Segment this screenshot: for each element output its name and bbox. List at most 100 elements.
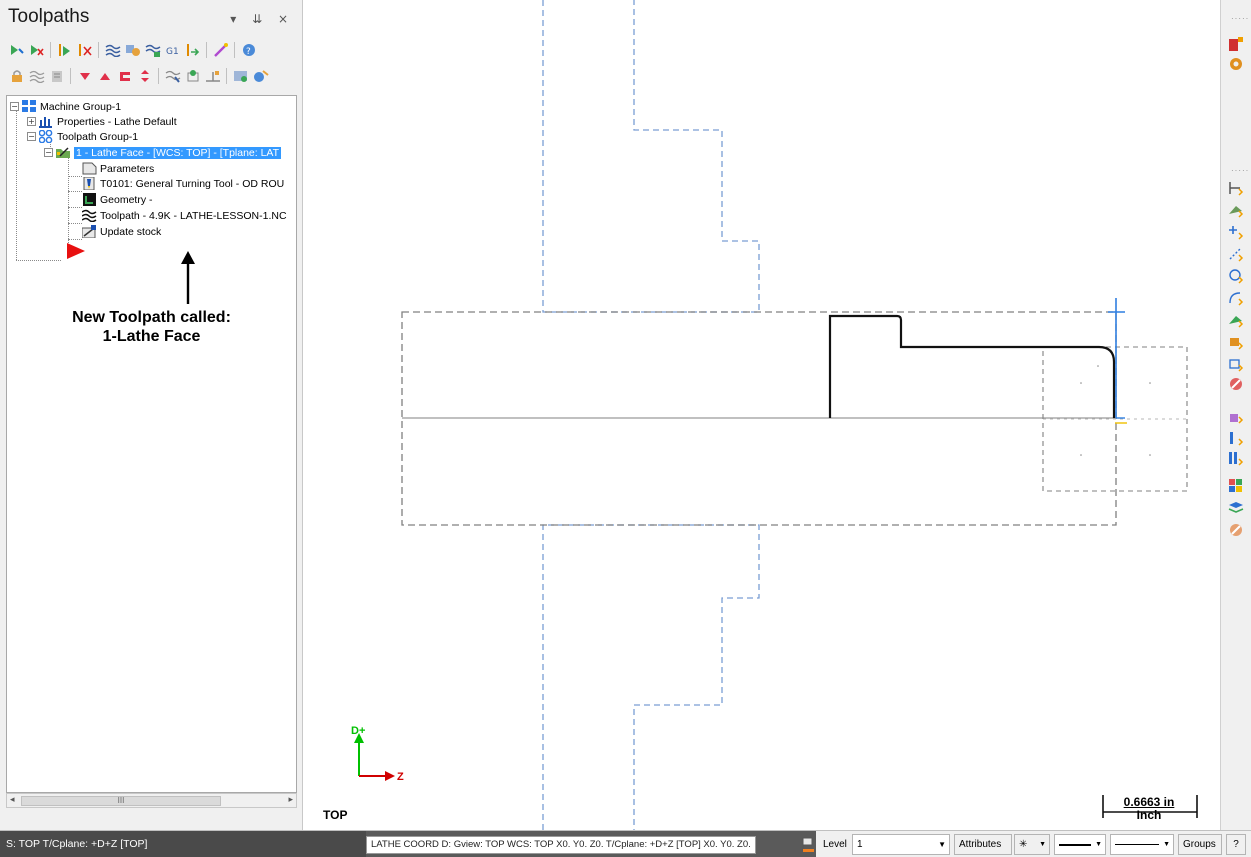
only-display-icon[interactable] <box>164 68 181 85</box>
lathe-drawing: D+ Z <box>351 0 1198 830</box>
attributes-button[interactable]: Attributes <box>954 834 1012 855</box>
tree-label: Update stock <box>100 225 162 238</box>
collapse-toggle[interactable]: − <box>27 132 36 141</box>
layers-icon[interactable] <box>1228 500 1244 516</box>
toolbar-grip[interactable]: ····· <box>1231 166 1249 175</box>
help-icon[interactable]: ? <box>240 42 257 59</box>
mill-machine-icon[interactable] <box>1228 36 1244 52</box>
update-stock-icon <box>82 225 97 238</box>
delete-dirty-icon[interactable] <box>76 42 93 59</box>
axis-z-label: Z <box>397 771 404 783</box>
status-flag-icon[interactable] <box>802 836 816 857</box>
face-toolpath-icon[interactable] <box>1228 180 1244 196</box>
select-dirty-icon[interactable] <box>56 42 73 59</box>
tree-node-operation-lathe-face[interactable]: − 1 - Lathe Face - [WCS: TOP] - [Tplane:… <box>44 145 282 160</box>
toolbar-grip[interactable]: ····· <box>1231 14 1249 23</box>
display-icon[interactable] <box>184 68 201 85</box>
solid-box-icon[interactable] <box>1228 334 1244 350</box>
tree-node-properties[interactable]: + Properties - Lathe Default <box>27 114 177 129</box>
scroll-icon[interactable] <box>136 68 153 85</box>
scroll-left-icon[interactable]: ◂ <box>10 795 15 805</box>
wireframe-box-icon[interactable] <box>1228 356 1244 372</box>
wand-icon[interactable] <box>212 42 229 59</box>
collapse-toggle[interactable]: − <box>10 102 19 111</box>
regenerate-all-icon[interactable] <box>104 42 121 59</box>
line-width-dropdown[interactable]: ▼ <box>1110 834 1174 855</box>
tree-node-toolpath-group[interactable]: − Toolpath Group-1 <box>27 129 138 144</box>
collapse-toggle[interactable]: − <box>44 148 53 157</box>
color-grid-icon[interactable] <box>1228 478 1244 494</box>
line-style-dropdown[interactable]: ▼ <box>1054 834 1106 855</box>
finish-toolpath-icon[interactable] <box>1228 312 1244 328</box>
toolpath-wave-icon <box>82 209 97 222</box>
select-all-icon[interactable] <box>8 42 25 59</box>
toggle-display-icon[interactable] <box>28 68 45 85</box>
groups-button[interactable]: Groups <box>1178 834 1222 855</box>
tree-node-toolpath[interactable]: Toolpath - 4.9K - LATHE-LESSON-1.NC <box>82 208 287 223</box>
lock-icon[interactable] <box>8 68 25 85</box>
tree-label: Toolpath Group-1 <box>57 130 139 143</box>
tree-connector <box>68 158 69 243</box>
disabled-layer-icon[interactable] <box>1228 522 1244 538</box>
toggle-posting-icon[interactable] <box>48 68 65 85</box>
columns-icon[interactable] <box>1228 430 1244 446</box>
compare-icon[interactable] <box>252 68 269 85</box>
stock-icon[interactable] <box>204 68 221 85</box>
scroll-thumb[interactable]: III <box>21 796 221 806</box>
annotation-line-1: New Toolpath called: <box>72 309 231 326</box>
scroll-right-icon[interactable]: ▸ <box>288 795 293 805</box>
graphics-viewport[interactable]: D+ Z TOP 0.6663 in Inch <box>303 0 1220 830</box>
move-up-icon[interactable] <box>96 68 113 85</box>
line-width-swatch <box>1115 844 1159 845</box>
tool-holder-dot <box>1080 454 1082 456</box>
drill-point-icon[interactable] <box>1228 224 1244 240</box>
toolbar-separator <box>206 42 207 58</box>
post-icon[interactable] <box>184 42 201 59</box>
tree-connector <box>68 176 82 177</box>
point-style-dropdown[interactable]: ✳ ▼ <box>1014 834 1050 855</box>
circle-icon[interactable] <box>1228 268 1244 284</box>
expand-toggle[interactable]: + <box>27 117 36 126</box>
tool-manager-icon[interactable] <box>232 68 249 85</box>
help-button[interactable]: ? <box>1226 834 1246 855</box>
point-style-value: ✳ <box>1019 839 1028 850</box>
columns-duplicate-icon[interactable] <box>1228 450 1244 466</box>
chevron-down-icon: ▼ <box>1039 841 1046 848</box>
arc-icon[interactable] <box>1228 290 1244 306</box>
view-name: TOP <box>323 808 348 822</box>
tree-node-update-stock[interactable]: Update stock <box>82 224 161 239</box>
insert-position-arrow-icon[interactable] <box>61 240 89 267</box>
line-analyze-icon[interactable] <box>1228 246 1244 262</box>
parameters-icon <box>82 162 97 175</box>
tree-label: Machine Group-1 <box>40 100 122 113</box>
regenerate-dirty-icon[interactable] <box>124 42 141 59</box>
move-down-icon[interactable] <box>76 68 93 85</box>
axis-z-arrowhead <box>385 771 395 781</box>
panel-window-controls[interactable]: ▾ ⇊ × <box>230 12 294 26</box>
layer-add-icon[interactable] <box>1228 408 1244 424</box>
status-plane-info[interactable]: S: TOP T/Cplane: +D+Z [TOP] <box>0 831 366 857</box>
svg-text:G1: G1 <box>166 47 179 57</box>
insert-arrow-icon[interactable] <box>116 68 133 85</box>
tool-holder-dot <box>1080 382 1082 384</box>
geometry-icon <box>82 193 97 206</box>
tree-node-machine-group[interactable]: − Machine Group-1 <box>10 99 121 114</box>
chevron-down-icon: ▼ <box>938 840 946 849</box>
deselect-icon[interactable] <box>28 42 45 59</box>
gear-icon[interactable] <box>1228 56 1244 72</box>
toolbar-separator <box>50 42 51 58</box>
backplot-icon[interactable] <box>144 42 161 59</box>
tree-label: T0101: General Turning Tool - OD ROU <box>100 177 285 190</box>
no-entry-icon[interactable] <box>1228 376 1244 392</box>
level-dropdown[interactable]: 1 ▼ <box>852 834 950 855</box>
tree-node-tool[interactable]: T0101: General Turning Tool - OD ROU <box>82 176 284 191</box>
tree-node-geometry[interactable]: Geometry - <box>82 192 153 207</box>
rough-toolpath-icon[interactable] <box>1228 202 1244 218</box>
status-coordinate-tooltip: LATHE COORD D: Gview: TOP WCS: TOP X0. Y… <box>366 836 756 854</box>
g1-icon[interactable]: G1 <box>164 42 181 59</box>
tree-horizontal-scrollbar[interactable]: ◂ III ▸ <box>6 793 297 808</box>
tree-node-parameters[interactable]: Parameters <box>82 161 154 176</box>
part-profile <box>828 314 1116 418</box>
status-bar: S: TOP T/Cplane: +D+Z [TOP] LATHE COORD … <box>0 830 1251 857</box>
tree-label: Toolpath - 4.9K - LATHE-LESSON-1.NC <box>100 209 287 222</box>
